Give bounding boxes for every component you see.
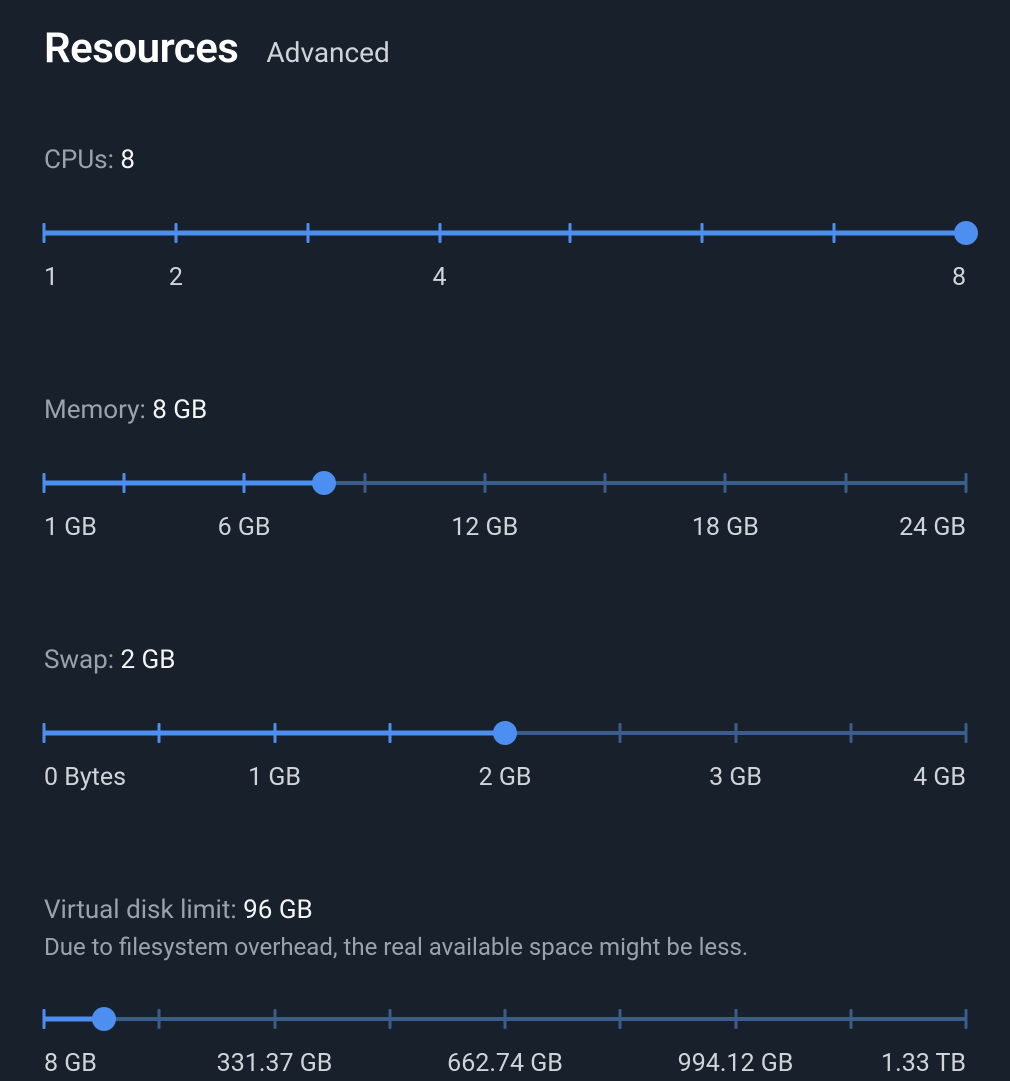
- swap-tick-label: 1 GB: [248, 763, 301, 792]
- memory-tick: [845, 473, 848, 493]
- disk-slider-thumb[interactable]: [92, 1007, 116, 1031]
- swap-label-text: Swap:: [44, 645, 114, 675]
- memory-track-fill: [44, 481, 324, 486]
- disk-tick: [734, 1009, 737, 1029]
- disk-tick-labels: 8 GB331.37 GB662.74 GB994.12 GB1.33 TB: [44, 1049, 966, 1081]
- setting-memory: Memory: 8 GB 1 GB 6 GB 12 GB 18 GB 24 GB: [44, 395, 966, 545]
- cpus-slider-thumb[interactable]: [954, 221, 978, 245]
- memory-tick: [483, 473, 486, 493]
- cpus-tick-label: 1: [44, 263, 58, 292]
- memory-tick: [123, 473, 126, 493]
- swap-slider-thumb[interactable]: [493, 721, 517, 745]
- cpus-tick-labels: 1 2 4 8: [44, 263, 966, 295]
- page-title: Resources: [44, 24, 238, 73]
- disk-tick: [965, 1009, 968, 1029]
- swap-tick: [158, 723, 161, 743]
- cpus-tick: [569, 223, 572, 243]
- memory-tick-labels: 1 GB 6 GB 12 GB 18 GB 24 GB: [44, 513, 966, 545]
- cpus-tick: [833, 223, 836, 243]
- disk-tick: [849, 1009, 852, 1029]
- memory-tick: [724, 473, 727, 493]
- disk-tick: [504, 1009, 507, 1029]
- disk-tick: [273, 1009, 276, 1029]
- disk-tick: [619, 1009, 622, 1029]
- memory-tick-label: 12 GB: [451, 513, 518, 542]
- setting-disk: Virtual disk limit: 96 GB Due to filesyst…: [44, 895, 966, 1081]
- memory-slider[interactable]: 1 GB 6 GB 12 GB 18 GB 24 GB: [16, 473, 994, 545]
- memory-tick-label: 24 GB: [899, 513, 966, 542]
- memory-label-text: Memory:: [44, 395, 146, 425]
- page-header: Resources Advanced: [44, 24, 966, 73]
- setting-cpus: CPUs: 8 1 2 4 8: [44, 145, 966, 295]
- swap-slider[interactable]: 0 Bytes 1 GB 2 GB 3 GB 4 GB: [16, 723, 994, 795]
- memory-tick-label: 1 GB: [44, 513, 97, 542]
- disk-tick: [158, 1009, 161, 1029]
- cpus-tick: [43, 223, 46, 243]
- memory-value: 8 GB: [152, 395, 207, 425]
- swap-tick: [273, 723, 276, 743]
- swap-tick: [388, 723, 391, 743]
- memory-tick: [965, 473, 968, 493]
- disk-value: 96 GB: [243, 895, 313, 925]
- memory-tick: [243, 473, 246, 493]
- cpus-label: CPUs: 8: [44, 145, 966, 175]
- cpus-label-text: CPUs:: [44, 145, 114, 175]
- cpus-tick: [438, 223, 441, 243]
- cpus-slider[interactable]: 1 2 4 8: [16, 223, 994, 295]
- cpus-value: 8: [120, 145, 135, 175]
- swap-tick-label: 4 GB: [913, 763, 966, 792]
- memory-tick: [43, 473, 46, 493]
- swap-tick-labels: 0 Bytes 1 GB 2 GB 3 GB 4 GB: [44, 763, 966, 795]
- swap-label: Swap: 2 GB: [44, 645, 966, 675]
- cpus-tick: [174, 223, 177, 243]
- memory-tick: [363, 473, 366, 493]
- cpus-tick: [701, 223, 704, 243]
- page-subtitle: Advanced: [266, 36, 389, 69]
- cpus-tick-label: 2: [169, 263, 183, 292]
- swap-tick: [849, 723, 852, 743]
- cpus-tick: [306, 223, 309, 243]
- memory-label: Memory: 8 GB: [44, 395, 966, 425]
- disk-label-text: Virtual disk limit:: [44, 895, 237, 925]
- swap-tick-label: 2 GB: [479, 763, 532, 792]
- setting-swap: Swap: 2 GB 0 Bytes 1 GB 2 GB 3 GB 4 GB: [44, 645, 966, 795]
- disk-tick: [388, 1009, 391, 1029]
- disk-slider[interactable]: 8 GB331.37 GB662.74 GB994.12 GB1.33 TB: [16, 1009, 994, 1081]
- swap-tick: [734, 723, 737, 743]
- memory-tick-label: 18 GB: [692, 513, 759, 542]
- cpus-track-fill: [44, 231, 966, 236]
- swap-tick: [43, 723, 46, 743]
- swap-tick-label: 3 GB: [709, 763, 762, 792]
- swap-value: 2 GB: [120, 645, 175, 675]
- disk-help-text: Due to filesystem overhead, the real ava…: [44, 933, 966, 961]
- disk-label: Virtual disk limit: 96 GB: [44, 895, 966, 925]
- memory-tick-label: 6 GB: [218, 513, 271, 542]
- memory-slider-thumb[interactable]: [312, 471, 336, 495]
- cpus-tick-label: 4: [433, 263, 447, 292]
- swap-tick: [965, 723, 968, 743]
- swap-tick-label: 0 Bytes: [44, 763, 126, 792]
- memory-tick: [604, 473, 607, 493]
- swap-tick: [619, 723, 622, 743]
- cpus-tick-label: 8: [952, 263, 966, 292]
- disk-tick: [43, 1009, 46, 1029]
